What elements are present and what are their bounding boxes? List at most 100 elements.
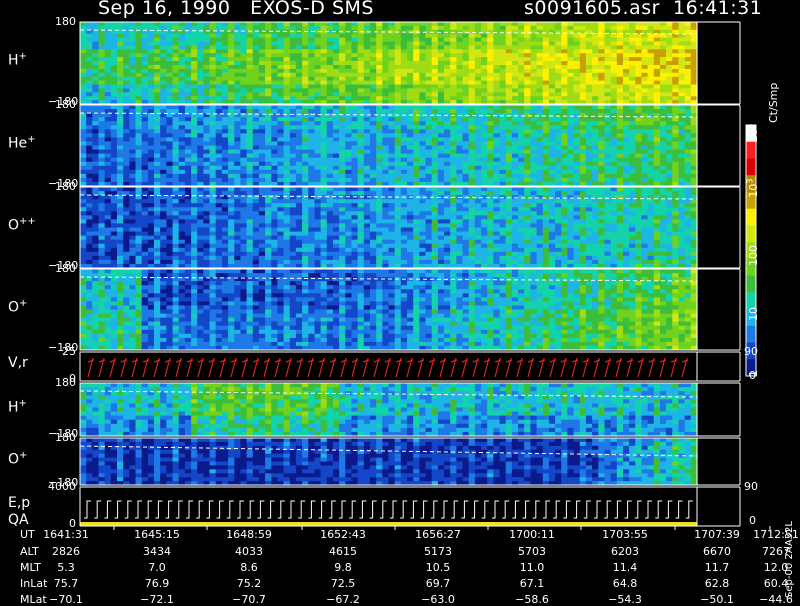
cell-inlat-6: 64.8 (595, 577, 655, 590)
colorbar-tick-text: 10 (747, 129, 760, 143)
panel-label-H-plus: H+ (8, 51, 27, 69)
cell-inlat-7: 62.8 (687, 577, 747, 590)
colorbar-tick-exp: 4 (745, 124, 754, 129)
Vr-vectors (88, 358, 688, 377)
O-plus-2-heatmap (80, 438, 698, 486)
colorbar-swatch-1 (746, 142, 756, 159)
Ep-QA-steps (84, 501, 693, 518)
cell-ut-2: 1648:59 (219, 528, 279, 541)
cell-inlat-0: 75.7 (36, 577, 96, 590)
cell-mlt-6: 11.4 (595, 561, 655, 574)
colorbar-tick-text: 10 (747, 184, 760, 198)
cell-mlt-1: 7.0 (127, 561, 187, 574)
rtop-Vr: 90 (744, 345, 758, 358)
header-date: Sep 16, 1990 (98, 0, 230, 19)
cell-alt-7: 6670 (687, 545, 747, 558)
panel-label-sup: + (27, 134, 35, 145)
colorbar-tick-4: 104 (745, 124, 760, 143)
cell-inlat-4: 69.7 (408, 577, 468, 590)
cell-ut-8: 1712:51 (746, 528, 800, 541)
colorbar-tick-1: 10 (747, 307, 760, 321)
cell-inlat-1: 76.9 (127, 577, 187, 590)
cell-alt-3: 4615 (313, 545, 373, 558)
cell-ut-7: 1707:39 (687, 528, 747, 541)
colorbar-tick-text: 1 (747, 370, 760, 377)
cell-inlat-3: 72.5 (313, 577, 373, 590)
panel-label-sup: ++ (19, 216, 36, 227)
O-plus-plus-heatmap (80, 187, 698, 269)
panel-label-O-plus-plus: O++ (8, 216, 36, 234)
panel-label-suffix: ,r (18, 355, 28, 371)
ytop-He-plus: 180 (55, 98, 76, 111)
cell-inlat-8: 60.4 (746, 577, 800, 590)
cell-alt-4: 5173 (408, 545, 468, 558)
cell-inlat-5: 67.1 (502, 577, 562, 590)
ytop-O-plus-2: 180 (55, 431, 76, 444)
panel-label-text: V (8, 355, 18, 371)
cell-mlt-5: 11.0 (502, 561, 562, 574)
colorbar-swatch-9 (746, 276, 756, 293)
panel-label2-Ep-QA: QA (8, 512, 29, 528)
colorbar-swatch-6 (746, 225, 756, 242)
cell-mlt-0: 5.3 (36, 561, 96, 574)
cell-ut-4: 1656:27 (408, 528, 468, 541)
panel-label-text: E,p (8, 495, 30, 511)
cell-ut-1: 1645:15 (127, 528, 187, 541)
cell-ut-0: 1641:31 (36, 528, 96, 541)
cell-mlt-4: 10.5 (408, 561, 468, 574)
ytop-Vr: 25 (62, 345, 76, 358)
panel-label-sup: + (19, 398, 27, 409)
Ep-QA-qa-bar (80, 522, 697, 526)
header-time: 16:41:31 (673, 0, 762, 19)
Ep-QA-frame (80, 487, 697, 526)
panel-label-H-plus-2: H+ (8, 398, 27, 416)
ytop-Ep-QA: 4000 (48, 480, 76, 493)
cell-ut-3: 1652:43 (313, 528, 373, 541)
colorbar-tick-text: 10 (747, 307, 760, 321)
colorbar-unit: Ct/Smp (767, 83, 780, 123)
colorbar-tick-2: 100 (747, 245, 760, 266)
panel-label-text: H (8, 53, 19, 69)
spectrogram-canvas (0, 0, 800, 600)
colorbar-swatch-2 (746, 158, 756, 175)
cell-ut-6: 1703:55 (595, 528, 655, 541)
colorbar-swatch-5 (746, 209, 756, 226)
panel-label-sup: + (19, 51, 27, 62)
cell-alt-2: 4033 (219, 545, 279, 558)
H-plus-heatmap (80, 22, 698, 105)
cell-mlt-2: 8.6 (219, 561, 279, 574)
panel-label-O-plus-2: O+ (8, 450, 27, 468)
header-file: s0091605.asr (524, 0, 660, 19)
colorbar-swatch-12 (746, 326, 756, 343)
cell-alt-0: 2826 (36, 545, 96, 558)
header-file-time: s0091605.asr 16:41:31 (524, 0, 762, 19)
cell-ut-5: 1700:11 (502, 528, 562, 541)
panel-label-sup: + (19, 298, 27, 309)
Vr-frame (80, 352, 697, 381)
rtop-Ep-QA: 90 (744, 480, 758, 493)
panel-label-text: O (8, 217, 19, 233)
H-plus-2-heatmap (80, 383, 698, 437)
He-plus-heatmap (80, 105, 698, 187)
cell-alt-5: 5703 (502, 545, 562, 558)
cell-alt-6: 6203 (595, 545, 655, 558)
ytop-O-plus-plus: 180 (55, 180, 76, 193)
panel-label-sup: + (19, 450, 27, 461)
panel-label-text: O (8, 451, 19, 467)
rbot-Ep-QA: 0 (749, 514, 756, 527)
panel-label-text: H (8, 399, 19, 415)
header-title: Sep 16, 1990 EXOS-D SMS (98, 0, 374, 19)
panel-label-Vr: V,r (8, 355, 28, 371)
panel-label-text: O (8, 299, 19, 315)
colorbar-tick-0: 1 (747, 370, 760, 377)
colorbar-tick-3: 103 (745, 179, 760, 198)
header-instrument: EXOS-D SMS (250, 0, 374, 19)
cell-mlt-7: 11.7 (687, 561, 747, 574)
colorbar-tick-text: 100 (747, 245, 760, 266)
panel-label-He-plus: He+ (8, 134, 36, 152)
cell-alt-1: 3434 (127, 545, 187, 558)
cell-mlt-3: 9.8 (313, 561, 373, 574)
colorbar-tick-exp: 3 (745, 179, 754, 184)
O-plus-heatmap (80, 269, 698, 351)
row-label-ut: UT (20, 528, 35, 541)
